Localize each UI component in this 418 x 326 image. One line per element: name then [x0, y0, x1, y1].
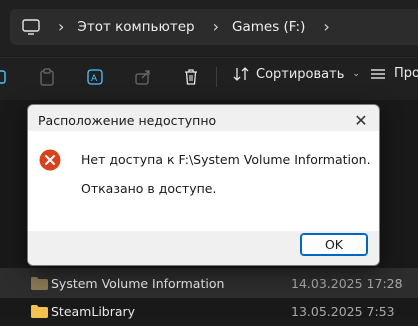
file-name: SteamLibrary — [51, 303, 136, 319]
file-date: 13.05.2025 7:53 — [291, 303, 395, 319]
breadcrumb-this-pc[interactable]: Этот компьютер — [77, 19, 194, 35]
error-icon — [39, 149, 61, 171]
file-date: 14.03.2025 17:28 — [291, 275, 403, 291]
svg-text:A: A — [91, 74, 98, 84]
close-icon[interactable]: ✕ — [347, 108, 375, 132]
folder-icon — [31, 276, 48, 290]
new-icon[interactable] — [0, 68, 10, 86]
sort-button[interactable]: Сортировать ⌄ — [232, 66, 360, 82]
view-icon — [371, 68, 385, 79]
share-icon[interactable] — [134, 68, 152, 86]
table-row[interactable]: SteamLibrary 13.05.2025 7:53 — [0, 296, 418, 326]
sort-label: Сортировать — [256, 66, 345, 82]
dialog-body: Нет доступа к F:\System Volume Informati… — [28, 131, 379, 231]
sort-icon — [233, 67, 249, 81]
view-label: Про — [394, 66, 418, 81]
chevron-down-icon: ⌄ — [352, 69, 360, 79]
chevron-right-icon: › — [212, 17, 220, 36]
dialog-title: Расположение недоступно — [38, 113, 217, 128]
view-button[interactable]: Про — [370, 66, 418, 81]
address-bar[interactable]: › Этот компьютер › Games (F:) › — [10, 9, 418, 45]
error-detail: Отказано в доступе. — [81, 181, 217, 196]
computer-icon — [22, 19, 40, 35]
rename-icon[interactable]: A — [86, 68, 104, 86]
delete-icon[interactable] — [182, 68, 200, 86]
address-bar-area: › Этот компьютер › Games (F:) › — [0, 0, 418, 56]
error-dialog: Расположение недоступно ✕ Нет доступа к … — [27, 104, 380, 266]
paste-icon[interactable] — [38, 68, 56, 86]
ok-button[interactable]: OK — [300, 233, 368, 256]
breadcrumb-games-drive[interactable]: Games (F:) — [232, 19, 305, 35]
chevron-right-icon[interactable]: › — [323, 19, 329, 35]
chevron-right-icon: › — [58, 17, 65, 36]
folder-icon — [31, 304, 48, 318]
file-name: System Volume Information — [51, 275, 225, 291]
error-message: Нет доступа к F:\System Volume Informati… — [81, 152, 371, 167]
table-row[interactable]: System Volume Information 14.03.2025 17:… — [0, 268, 418, 298]
toolbar-divider — [216, 67, 217, 87]
